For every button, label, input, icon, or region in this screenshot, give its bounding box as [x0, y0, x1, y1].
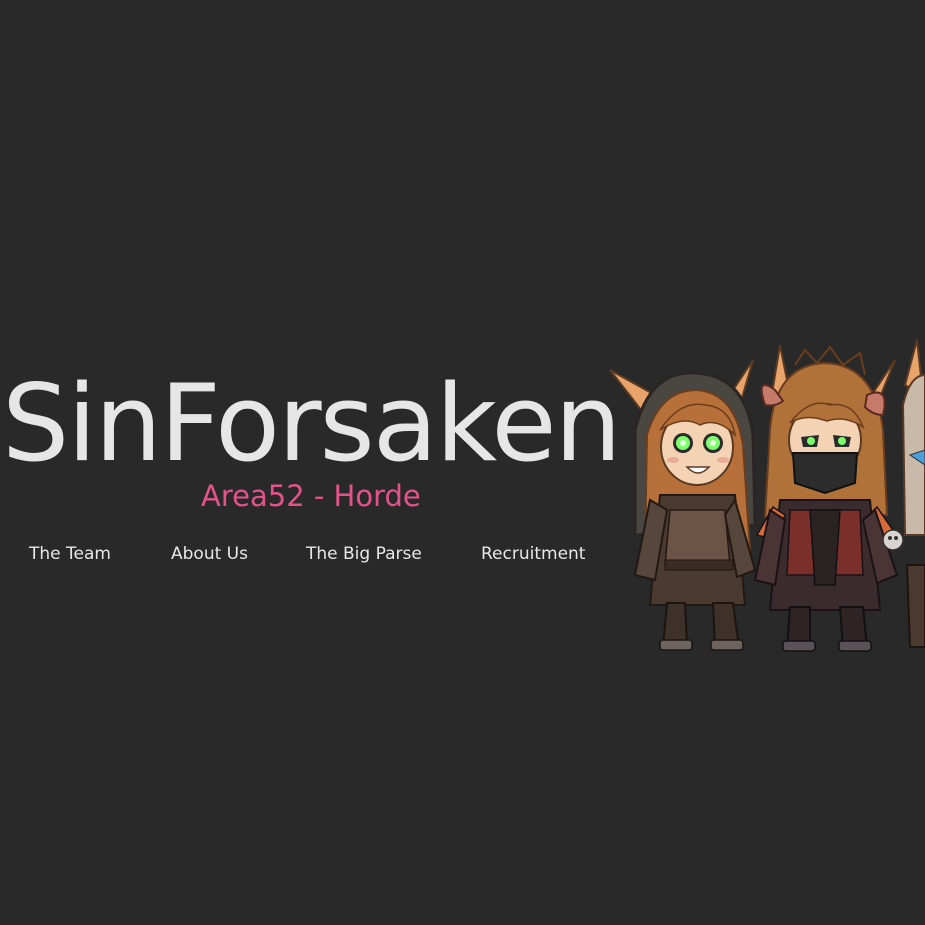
guild-title: SinForsaken — [2, 362, 622, 485]
nav-link-about-us[interactable]: About Us — [171, 538, 248, 570]
page: SinForsaken Area52 - Horde The Team Abou… — [0, 0, 925, 925]
nav-link-the-team[interactable]: The Team — [29, 538, 111, 570]
character-partial-elf — [901, 339, 925, 648]
realm-subtitle: Area52 - Horde — [201, 479, 421, 513]
main-nav: The Team About Us The Big Parse Recruitm… — [0, 538, 610, 570]
hero-character-illustration — [609, 339, 925, 652]
character-masked-elf — [753, 344, 904, 652]
nav-link-the-big-parse[interactable]: The Big Parse — [306, 538, 422, 570]
character-hooded-elf — [609, 359, 757, 651]
nav-link-recruitment[interactable]: Recruitment — [481, 538, 585, 570]
